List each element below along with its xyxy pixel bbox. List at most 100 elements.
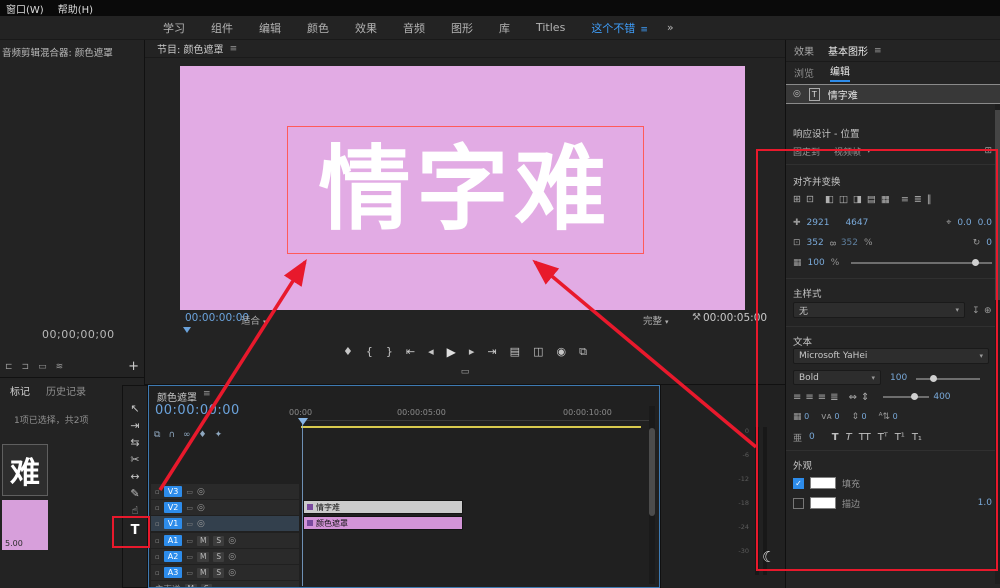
tracking2-icon[interactable]: ᴠᴀ [821, 412, 832, 422]
font-family-dropdown[interactable]: Microsoft YaHei ▾ [793, 348, 989, 364]
mute-button[interactable]: M [197, 536, 209, 546]
step-back-icon[interactable]: ◂ [428, 345, 434, 359]
mixer-icon-3[interactable]: ▭ [38, 362, 47, 372]
fit-dropdown[interactable]: 适合 ▾ [241, 313, 267, 327]
push-style-icon[interactable]: ↧ [972, 306, 980, 316]
go-to-out-icon[interactable]: ⇥ [487, 345, 496, 359]
leading-icon[interactable]: ⇕ [861, 392, 869, 403]
program-preview[interactable]: 情字难 [180, 66, 745, 310]
step-forward-icon[interactable]: ▸ [469, 345, 475, 359]
workspace-tab-titles[interactable]: Titles [523, 21, 578, 34]
pen-tool[interactable]: ✎ [123, 487, 147, 500]
panel-menu-icon[interactable]: ≡ [203, 389, 211, 404]
align-text-left-icon[interactable]: ≡ [793, 392, 801, 403]
workspace-tab-assembly[interactable]: 组件 [198, 20, 246, 36]
type-tool[interactable]: T [123, 523, 147, 538]
align-text-right-icon[interactable]: ≡ [818, 392, 826, 403]
lock-icon[interactable]: ▫ [155, 553, 160, 561]
position-icon[interactable]: ✚ [793, 218, 801, 228]
tracking-slider[interactable] [883, 396, 929, 398]
tsume-icon[interactable]: 亜 [793, 431, 802, 444]
go-to-in-icon[interactable]: ⇤ [406, 345, 415, 359]
mark-out-icon[interactable]: } [386, 345, 393, 359]
stroke-width-value[interactable]: 1.0 [978, 498, 992, 508]
align-left-icon[interactable]: ◧ [825, 194, 834, 205]
stroke-checkbox[interactable] [793, 498, 804, 509]
clip-text-layer[interactable]: 情字难 [303, 500, 463, 514]
track-target-a3[interactable]: A3 [164, 567, 183, 578]
faux-italic-toggle[interactable]: T [846, 432, 852, 443]
resolution-dropdown[interactable]: 完整 ▾ [643, 313, 669, 327]
scrollbar-thumb[interactable] [649, 428, 655, 516]
workspace-overflow-button[interactable]: » [667, 21, 674, 34]
program-panel-title[interactable]: 节目: 颜色遮罩 [157, 41, 224, 56]
settings-wrench-icon[interactable]: ⚒ [692, 312, 701, 323]
font-size-slider[interactable] [916, 378, 980, 380]
mixer-icon-1[interactable]: ⊏ [5, 362, 13, 372]
distribute-v-icon[interactable]: ≣ [914, 194, 922, 205]
scale-linked-value[interactable]: 352 [841, 238, 858, 248]
track-output-eye-icon[interactable]: ◎ [197, 519, 205, 529]
razor-tool[interactable]: ✂ [123, 453, 147, 466]
slider-knob[interactable] [930, 375, 937, 382]
track-target-v2[interactable]: V2 [164, 502, 183, 513]
track-output-eye-icon[interactable]: ◎ [228, 552, 236, 562]
lock-icon[interactable]: ▫ [155, 537, 160, 545]
ripple-edit-tool[interactable]: ⇆ [123, 436, 147, 449]
slider-knob[interactable] [972, 259, 979, 266]
visibility-eye-icon[interactable]: ◎ [793, 89, 801, 99]
selection-tool[interactable]: ↖ [123, 402, 147, 415]
sync-lock-icon[interactable]: ▭ [186, 504, 193, 512]
master-style-dropdown[interactable]: 无 ▾ [793, 302, 965, 318]
workspace-tab-learning[interactable]: 学习 [150, 20, 198, 36]
workspace-tab-color[interactable]: 颜色 [294, 20, 342, 36]
opacity-icon[interactable]: ▦ [793, 258, 802, 268]
graphics-panel-scrollbar[interactable] [995, 104, 1000, 584]
tracking-value[interactable]: 400 [933, 392, 950, 402]
panel-menu-icon[interactable]: ≡ [230, 44, 238, 54]
opacity-slider[interactable] [851, 262, 992, 264]
sync-lock-icon[interactable]: ▭ [186, 520, 193, 528]
export-frame-icon[interactable]: ◉ [556, 345, 566, 359]
align-frame-v-icon[interactable]: ⊡ [806, 194, 814, 205]
distribute-h-icon[interactable]: ≡ [901, 194, 909, 205]
opacity-value[interactable]: 100 [808, 258, 825, 268]
track-output-eye-icon[interactable]: ◎ [197, 487, 205, 497]
distribute-spacing-icon[interactable]: ‖ [927, 194, 932, 205]
scale-icon[interactable]: ⊡ [793, 238, 801, 248]
new-style-icon[interactable]: ⊕ [984, 306, 992, 316]
anchor-point-icon[interactable]: ⌖ [946, 218, 951, 228]
menu-window[interactable]: 窗口(W) [6, 1, 44, 16]
workspace-tab-graphics[interactable]: 图形 [438, 20, 486, 36]
font-style-dropdown[interactable]: Bold ▾ [793, 370, 881, 385]
slip-tool[interactable]: ↔ [123, 470, 147, 483]
all-caps-toggle[interactable]: TT [859, 432, 871, 443]
work-area-bar[interactable] [301, 426, 641, 428]
solo-button[interactable]: S [213, 568, 224, 578]
linked-selection-icon[interactable]: ∞ [183, 430, 191, 440]
position-y-value[interactable]: 4647 [845, 218, 868, 228]
scrollbar-thumb[interactable] [995, 110, 1000, 300]
mute-button[interactable]: M [185, 584, 197, 588]
timeline-timecode[interactable]: 00:00:00:00 [155, 403, 240, 418]
align-text-center-icon[interactable]: ≡ [805, 392, 813, 403]
nest-icon[interactable]: ⧉ [154, 430, 160, 440]
superscript-toggle[interactable]: T¹ [895, 432, 905, 443]
snap-icon[interactable]: ∩ [168, 430, 175, 440]
tsume-value[interactable]: 0 [809, 432, 815, 442]
menu-help[interactable]: 帮助(H) [58, 1, 93, 16]
link-scale-icon[interactable]: 8 [828, 240, 837, 245]
text-bounding-box[interactable]: 情字难 [287, 126, 644, 254]
tab-essential-graphics[interactable]: 基本图形 [828, 43, 868, 58]
solo-button[interactable]: S [213, 552, 224, 562]
workspace-tab-audio[interactable]: 音频 [390, 20, 438, 36]
workspace-tab-editing[interactable]: 编辑 [246, 20, 294, 36]
leading2-icon[interactable]: ⇕ [851, 412, 859, 422]
add-button[interactable]: + [128, 359, 139, 374]
mixer-panel-title[interactable]: 音频剪辑混合器: 颜色遮罩 [0, 40, 144, 64]
sync-lock-icon[interactable]: ▭ [186, 569, 193, 577]
solo-button[interactable]: S [201, 584, 212, 588]
project-item-color-matte[interactable]: 5.00 [2, 500, 48, 550]
lift-icon[interactable]: ▤ [510, 345, 520, 359]
add-marker-icon[interactable]: ♦ [199, 430, 207, 440]
